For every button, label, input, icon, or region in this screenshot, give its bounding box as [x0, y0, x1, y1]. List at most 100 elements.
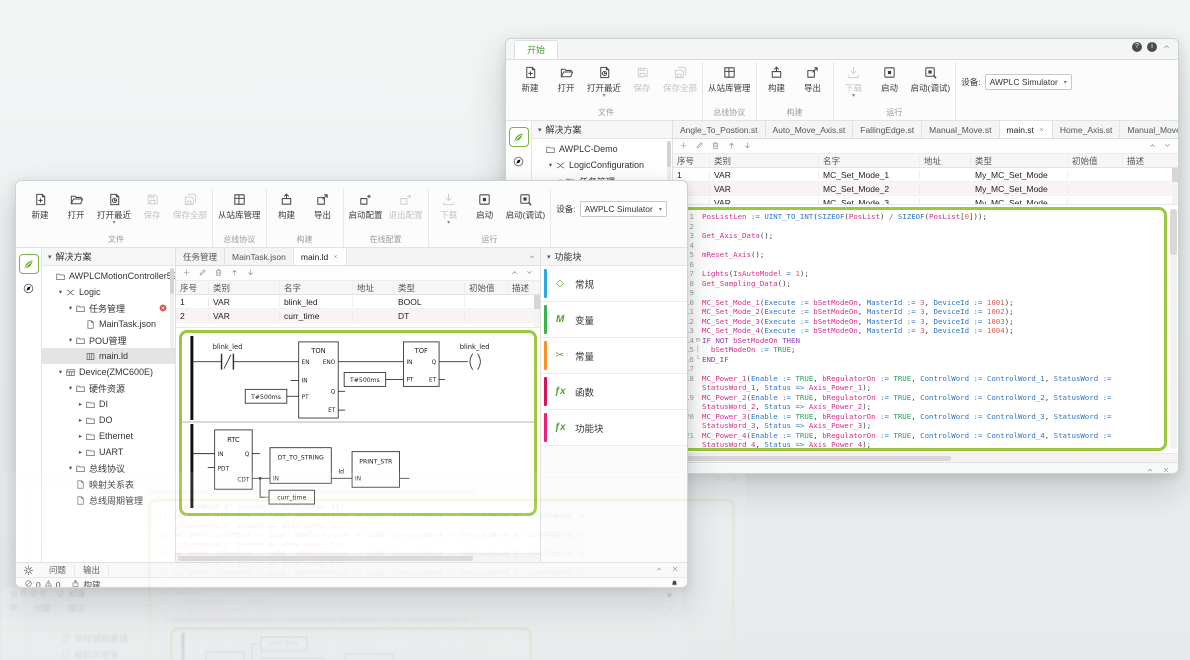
toolbox-header[interactable]: ▾ 功能块: [541, 248, 687, 266]
tree-item[interactable]: ▸DI: [42, 396, 175, 412]
device-dropdown[interactable]: AWPLC Simulator▾: [580, 201, 667, 217]
ribbon-tab-start[interactable]: 开始: [514, 40, 558, 59]
table-row[interactable]: 2VARcurr_timeDT: [176, 309, 540, 323]
tree-item[interactable]: ▾Logic: [42, 284, 175, 300]
tree-item[interactable]: 映射关系表: [42, 476, 175, 492]
toolbar-button-run-debug[interactable]: 启动(调试): [503, 189, 549, 221]
notification-bell-button[interactable]: [670, 579, 679, 588]
table-scrollbar[interactable]: [534, 295, 540, 327]
doc-tab[interactable]: main.ld: [294, 248, 347, 265]
toolbar-button-save-all[interactable]: 保存全部: [170, 189, 210, 221]
tab-problems[interactable]: 问题: [41, 565, 75, 575]
table-row[interactable]: 3VARMC_Set_Mode_3My_MC_Set_Mode: [673, 196, 1178, 205]
tree-expander[interactable]: ▸: [76, 432, 85, 440]
tree-item[interactable]: MainTask.json: [42, 316, 175, 332]
build-status[interactable]: 构建: [71, 579, 100, 589]
curr-time-operand[interactable]: curr_time: [269, 490, 314, 504]
toolbar-button-build[interactable]: 构建: [759, 62, 795, 94]
editor-hscrollbar[interactable]: [176, 553, 540, 562]
tree-expander[interactable]: ▾: [66, 336, 75, 344]
tree-item[interactable]: ▸Ethernet: [42, 428, 175, 444]
tree-item[interactable]: ▾硬件资源: [42, 380, 175, 396]
print-str-block[interactable]: PRINT_STR IN: [352, 452, 399, 488]
var-toolbar-chevron-up-button[interactable]: [1148, 137, 1157, 155]
dashboard-view-button[interactable]: [22, 282, 35, 300]
tree-expander[interactable]: ▾: [66, 384, 75, 392]
table-row[interactable]: 2VARMC_Set_Mode_2My_MC_Set_Mode: [673, 182, 1178, 196]
toolbar-button-new-file[interactable]: 新建: [22, 189, 58, 221]
table-row[interactable]: 1VARblink_ledBOOL: [176, 295, 540, 309]
toolbar-button-open-folder[interactable]: 打开: [548, 62, 584, 94]
ton-block[interactable]: TON EN ENO IN PT Q ET: [299, 342, 339, 418]
var-toolbar-arrow-up-button[interactable]: [727, 137, 736, 155]
var-toolbar-arrow-down-button[interactable]: [743, 137, 752, 155]
toolbar-button-open-folder[interactable]: 打开: [58, 189, 94, 221]
code-hscrollbar[interactable]: [673, 453, 1178, 462]
toolbox-item[interactable]: ƒx函数: [541, 374, 687, 410]
solution-explorer-header[interactable]: ▾ 解决方案: [42, 248, 175, 266]
var-toolbar-trash-button[interactable]: [711, 137, 720, 155]
tree-expander[interactable]: ▾: [66, 304, 75, 312]
fold-marker[interactable]: ⊟: [694, 336, 702, 346]
toolbar-button-export[interactable]: 导出: [795, 62, 831, 94]
tree-expander[interactable]: ▸: [76, 400, 85, 408]
var-toolbar-chevron-down-button[interactable]: [525, 264, 534, 282]
tree-item[interactable]: ▾任务管理: [42, 300, 175, 316]
var-toolbar-arrow-down-button[interactable]: [246, 264, 255, 282]
var-toolbar-pencil-button[interactable]: [198, 264, 207, 282]
doc-tab[interactable]: Manual_Move.st: [922, 121, 999, 138]
tab-overflow-button[interactable]: [524, 248, 540, 265]
tree-item[interactable]: ▾LogicConfiguration: [532, 157, 672, 173]
var-toolbar-chevron-up-button[interactable]: [510, 264, 519, 282]
settings-gear-button[interactable]: [16, 565, 41, 576]
var-toolbar-trash-button[interactable]: [214, 264, 223, 282]
toolbar-button-library[interactable]: 从站库管理: [215, 189, 264, 221]
var-toolbar-plus-button[interactable]: [679, 137, 688, 155]
st-code-editor[interactable]: 1PosListLen := UINT_TO_INT(SIZEOF(PosLis…: [675, 207, 1167, 451]
toolbar-button-start-config[interactable]: 启动配置: [346, 189, 386, 221]
tree-expander[interactable]: ▸: [76, 416, 85, 424]
tree-item[interactable]: 总线周期管理: [42, 492, 175, 508]
toolbox-item[interactable]: ◇常规: [541, 266, 687, 302]
toolbar-button-run-debug[interactable]: 启动(调试): [908, 62, 954, 94]
tree-expander[interactable]: ▾: [546, 161, 555, 169]
toolbar-button-export[interactable]: 导出: [305, 189, 341, 221]
tof-block[interactable]: TOF IN Q PT ET: [403, 342, 439, 386]
collapse-ribbon-button[interactable]: [1162, 38, 1171, 56]
var-toolbar-arrow-up-button[interactable]: [230, 264, 239, 282]
toolbar-button-download[interactable]: 下载▾: [431, 189, 467, 226]
coil-blink-led[interactable]: blink_led: [460, 343, 490, 370]
fold-marker[interactable]: │: [694, 345, 702, 355]
doc-tab[interactable]: Home_Axis.st: [1053, 121, 1120, 138]
tree-item[interactable]: AWPLCMotionController59: [42, 268, 175, 284]
toolbar-button-save[interactable]: 保存: [624, 62, 660, 94]
panel-close-button[interactable]: [671, 565, 679, 575]
var-toolbar-plus-button[interactable]: [182, 264, 191, 282]
help-button[interactable]: ?: [1132, 42, 1142, 52]
toolbox-item[interactable]: ƒx功能块: [541, 410, 687, 446]
fold-marker[interactable]: └: [694, 355, 702, 365]
device-dropdown[interactable]: AWPLC Simulator▾: [985, 74, 1072, 90]
toolbar-button-new-file[interactable]: 新建: [512, 62, 548, 94]
info-button[interactable]: i: [1147, 42, 1157, 52]
toolbar-button-download[interactable]: 下载▾: [836, 62, 872, 99]
panel-expand-button[interactable]: [655, 565, 663, 575]
solution-view-button[interactable]: [509, 127, 529, 147]
tree-item[interactable]: ▾Device(ZMC600E): [42, 364, 175, 380]
doc-tab[interactable]: Manual_Move_Axis.st: [1120, 121, 1178, 138]
solution-explorer-header[interactable]: ▾ 解决方案: [532, 121, 672, 139]
doc-tab[interactable]: FallingEdge.st: [853, 121, 922, 138]
dt-to-string-block[interactable]: DT_TO_STRING IN: [270, 448, 331, 484]
var-toolbar-pencil-button[interactable]: [695, 137, 704, 155]
tree-item[interactable]: ▾总线协议: [42, 460, 175, 476]
table-scrollbar[interactable]: [1172, 168, 1178, 204]
tree-item[interactable]: AWPLC-Demo: [532, 141, 672, 157]
toolbar-button-recent-file[interactable]: 打开最近▾: [584, 62, 624, 99]
toolbar-button-library[interactable]: 从站库管理: [705, 62, 754, 94]
toolbar-button-run[interactable]: 启动: [872, 62, 908, 94]
var-toolbar-chevron-down-button[interactable]: [1163, 137, 1172, 155]
code-scrollbar[interactable]: [1170, 209, 1177, 449]
tree-item[interactable]: main.ld: [42, 348, 175, 364]
tree-item[interactable]: ▸UART: [42, 444, 175, 460]
tree-expander[interactable]: ▸: [76, 448, 85, 456]
